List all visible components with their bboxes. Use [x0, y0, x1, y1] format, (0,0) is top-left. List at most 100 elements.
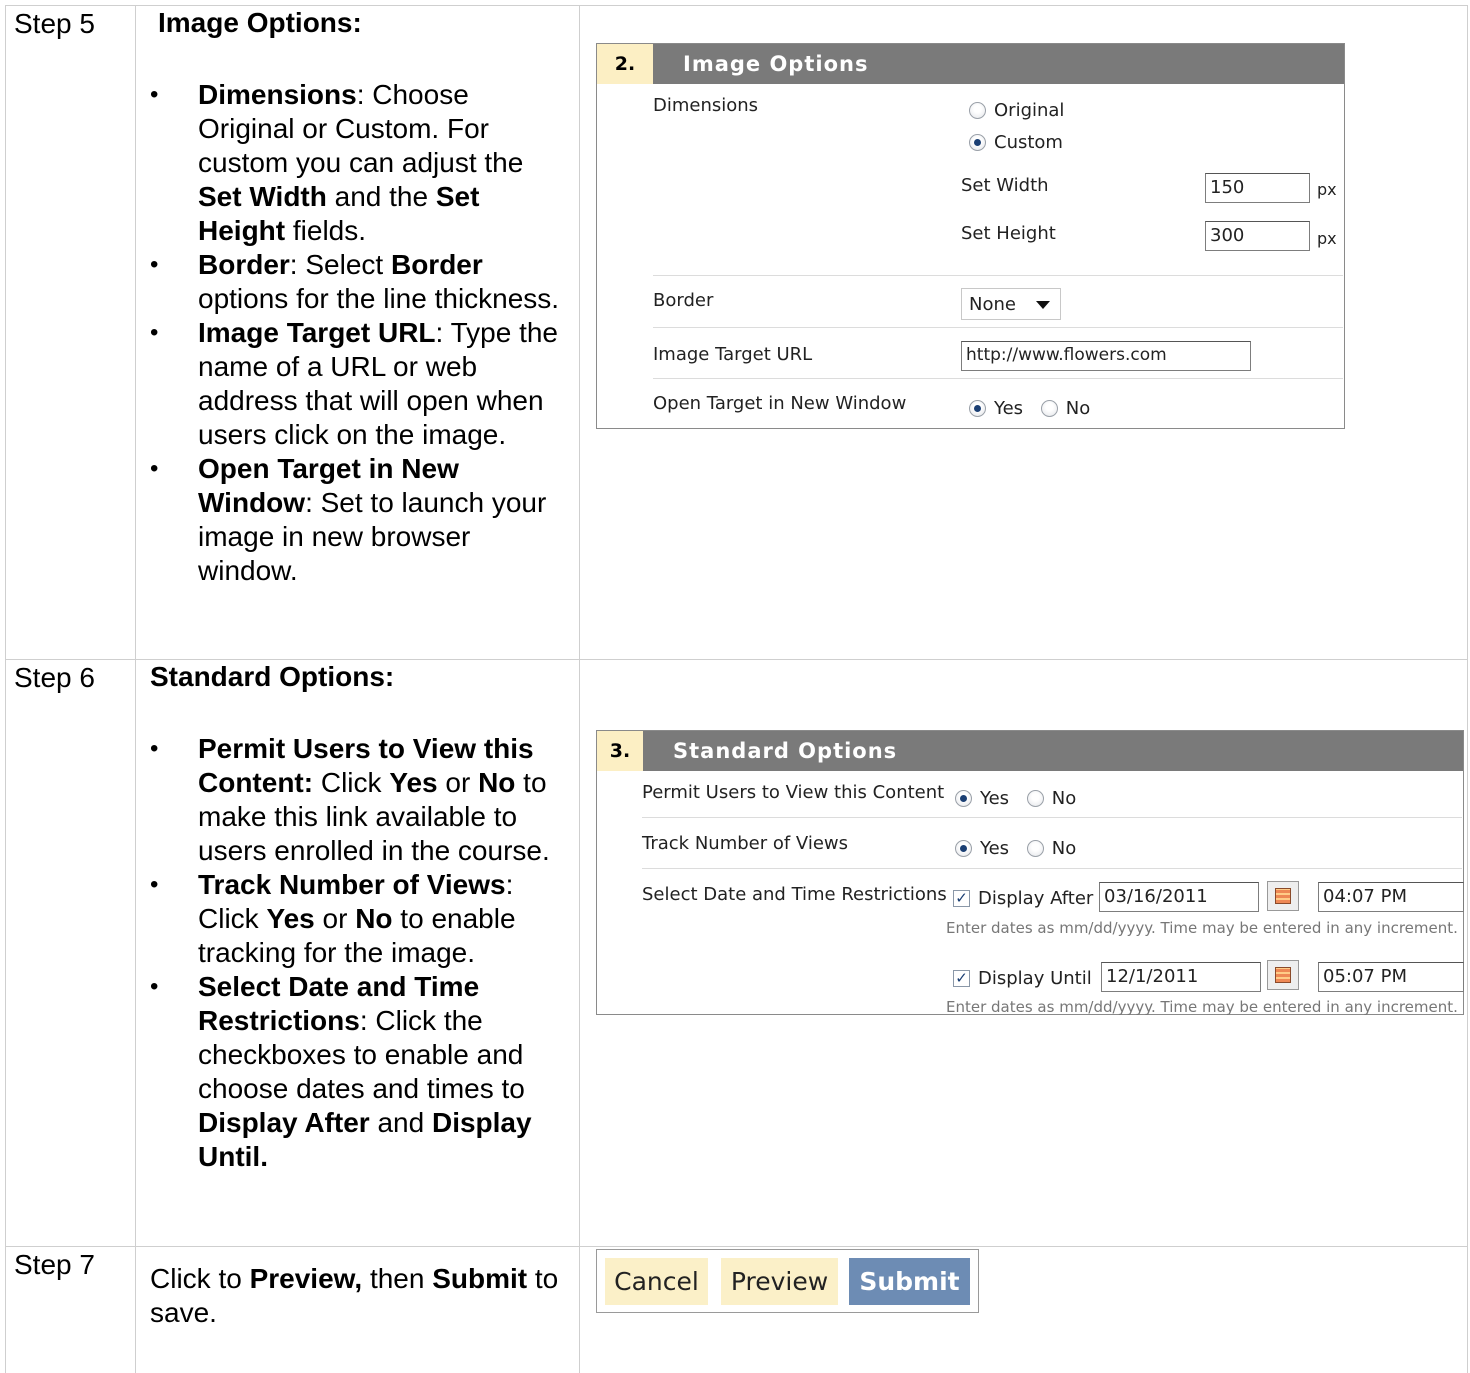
table-divider-col2: [579, 5, 580, 1373]
track-label: Track Number of Views: [642, 833, 849, 854]
date-hint-text: Enter dates as mm/dd/yyyy. Time may be e…: [946, 998, 1458, 1016]
action-button-bar: Cancel Preview Submit: [596, 1249, 979, 1313]
text: and: [369, 1107, 432, 1138]
step-5-label: Step 5: [14, 8, 95, 39]
track-no-radio[interactable]: [1026, 839, 1044, 857]
track-yes-label: Yes: [980, 837, 1010, 859]
bold-text: Image Target URL: [198, 317, 436, 348]
set-height-label: Set Height: [961, 223, 1056, 244]
display-after-date-input[interactable]: 03/16/2011: [1099, 882, 1259, 912]
track-no-label: No: [1051, 837, 1077, 859]
dimensions-original-option[interactable]: Original: [969, 99, 1064, 121]
cancel-button[interactable]: Cancel: [605, 1258, 708, 1305]
calendar-icon[interactable]: [1267, 960, 1299, 990]
permit-label: Permit Users to View this Content: [642, 782, 945, 803]
step-5-bullets: Dimensions: Choose Original or Custom. F…: [150, 78, 570, 588]
list-item: Image Target URL: Type the name of a URL…: [150, 316, 570, 452]
set-height-unit: px: [1317, 229, 1337, 248]
table-border-left: [5, 5, 6, 1373]
table-border-right: [1467, 5, 1468, 1373]
bold-text: Border: [390, 249, 483, 280]
display-until-checkbox[interactable]: ✓: [953, 969, 970, 987]
display-until-label: Display Until: [978, 967, 1092, 989]
permit-no-radio[interactable]: [1026, 789, 1044, 807]
bold-text: Display After: [198, 1107, 370, 1138]
step-7-label: Step 7: [14, 1249, 95, 1280]
bold-text: Preview,: [249, 1263, 363, 1294]
set-width-unit: px: [1317, 180, 1337, 199]
standard-options-panel: 3. Standard Options Permit Users to View…: [596, 730, 1464, 1016]
new-window-label: Open Target in New Window: [653, 393, 907, 414]
standard-options-header: 3. Standard Options: [597, 731, 1463, 771]
track-options: Yes No: [955, 837, 1076, 859]
list-item: Track Number of Views: Click Yes or No t…: [150, 868, 578, 970]
separator: [642, 868, 1462, 869]
dimensions-label: Dimensions: [653, 95, 759, 116]
new-window-options: Yes No: [969, 397, 1090, 419]
custom-label: Custom: [994, 131, 1063, 153]
standard-options-title: Standard Options: [673, 739, 898, 763]
step-6-heading: Standard Options:: [150, 661, 395, 692]
bold-text: No: [478, 767, 516, 798]
bold-text: Border: [198, 249, 290, 280]
set-height-input[interactable]: 300: [1205, 221, 1310, 251]
image-options-title: Image Options: [683, 52, 869, 76]
bold-text: No: [355, 903, 393, 934]
display-until-date-input[interactable]: 12/1/2011: [1101, 962, 1261, 992]
standard-options-number: 3.: [597, 731, 643, 771]
border-select[interactable]: None: [961, 288, 1061, 320]
step-7-instructions: Click to Preview, then Submit to save.: [150, 1262, 570, 1330]
bold-text: Set Width: [198, 181, 327, 212]
submit-button[interactable]: Submit: [849, 1258, 970, 1305]
list-item: Border: Select Border options for the li…: [150, 248, 570, 316]
permit-no-label: No: [1051, 787, 1077, 809]
new-window-no-radio[interactable]: [1040, 399, 1058, 417]
display-after-label: Display After: [978, 887, 1094, 909]
separator: [653, 275, 1343, 276]
bold-text: Submit: [432, 1263, 528, 1294]
bold-text: Dimensions: [198, 79, 357, 110]
track-yes-radio[interactable]: [955, 839, 972, 857]
step-5-heading: Image Options:: [158, 7, 362, 38]
separator: [653, 327, 1343, 328]
display-until-checkbox-group[interactable]: ✓ Display Until: [953, 967, 1092, 989]
permit-yes-radio[interactable]: [955, 789, 972, 807]
step-6-bullets: Permit Users to View this Content: Click…: [150, 732, 578, 1174]
permit-yes-label: Yes: [980, 787, 1010, 809]
display-until-time-input[interactable]: 05:07 PM: [1318, 962, 1464, 992]
bold-text: Track Number of Views: [198, 869, 506, 900]
step-5-instructions: Image Options: Dimensions: Choose Origin…: [150, 6, 578, 588]
display-after-checkbox[interactable]: ✓: [953, 889, 970, 907]
original-radio[interactable]: [969, 101, 986, 119]
new-window-yes-label: Yes: [994, 397, 1024, 419]
preview-button[interactable]: Preview: [721, 1258, 838, 1305]
calendar-icon[interactable]: [1267, 881, 1299, 911]
text: and the: [326, 181, 436, 212]
text: Click to: [150, 1263, 250, 1294]
text: or: [314, 903, 356, 934]
list-item: Permit Users to View this Content: Click…: [150, 732, 578, 868]
bold-text: Yes: [389, 767, 438, 798]
step-6-instructions: Standard Options: Permit Users to View t…: [150, 660, 578, 1174]
text: : Select: [289, 249, 391, 280]
custom-radio[interactable]: [969, 133, 986, 151]
set-width-input[interactable]: 150: [1205, 173, 1310, 203]
text: then: [362, 1263, 433, 1294]
new-window-yes-radio[interactable]: [969, 399, 986, 417]
dimensions-custom-option[interactable]: Custom: [969, 131, 1063, 153]
text: Click: [313, 767, 390, 798]
original-label: Original: [994, 99, 1065, 121]
target-url-input[interactable]: http://www.flowers.com: [961, 341, 1251, 371]
display-after-checkbox-group[interactable]: ✓ Display After: [953, 887, 1093, 909]
list-item: Select Date and Time Restrictions: Click…: [150, 970, 578, 1174]
step-6-label: Step 6: [14, 662, 95, 693]
table-row-divider-2: [5, 1246, 1468, 1247]
display-after-time-input[interactable]: 04:07 PM: [1318, 882, 1464, 912]
image-options-panel: 2. Image Options Dimensions Original Cus…: [596, 43, 1345, 429]
text: options for the line thickness.: [198, 283, 560, 314]
image-options-number: 2.: [597, 44, 653, 84]
separator: [642, 817, 1462, 818]
border-label: Border: [653, 290, 714, 311]
target-url-label: Image Target URL: [653, 344, 813, 365]
list-item: Dimensions: Choose Original or Custom. F…: [150, 78, 570, 248]
